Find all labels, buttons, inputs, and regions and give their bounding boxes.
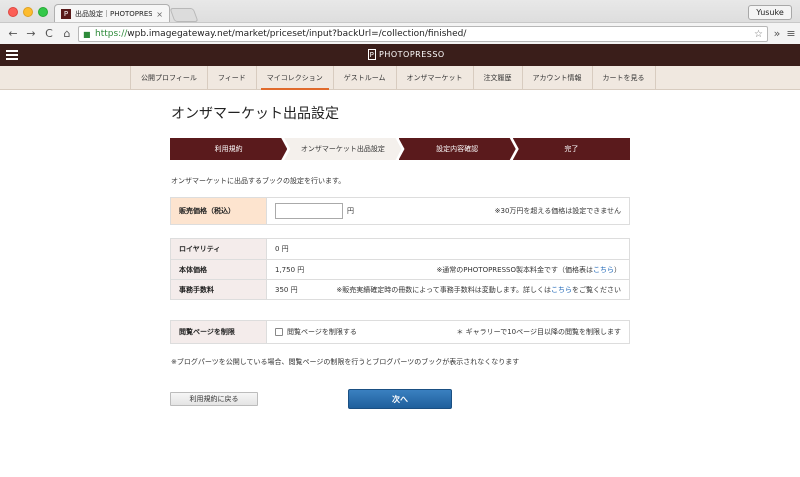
- price-unit: 円: [347, 207, 354, 215]
- minimize-window-button[interactable]: [23, 7, 33, 17]
- restrict-table: 閲覧ページを制限 閲覧ページを制限する ＊ ギャラリーで10ページ目以降の閲覧を…: [170, 320, 630, 344]
- base-price-value: 1,750 円: [275, 265, 305, 274]
- price-input[interactable]: [275, 203, 343, 219]
- browser-menu-icon[interactable]: ≡: [784, 27, 798, 41]
- step-market-settings: オンザマーケット出品設定: [284, 138, 401, 160]
- subnav-item-order-history[interactable]: 注文履歴: [474, 66, 523, 90]
- fee-row: 事務手数料 350 円 ※販売実績確定時の冊数によって事務手数料は変動します。詳…: [171, 279, 629, 299]
- lock-icon: ■: [83, 29, 91, 39]
- extensions-overflow-icon[interactable]: »: [770, 27, 784, 41]
- fee-note: ※販売実績確定時の冊数によって事務手数料は変動します。詳しくはこちらをご覧くださ…: [336, 285, 621, 294]
- fee-label: 事務手数料: [171, 280, 267, 299]
- base-price-row: 本体価格 1,750 円 ※通常のPHOTOPRESSO製本料金です（価格表はこ…: [171, 259, 629, 279]
- browser-toolbar: ← → C ⌂ ■ https://wpb.imagegateway.net/m…: [0, 22, 800, 44]
- price-row: 販売価格（税込） 円 ※30万円を超える価格は設定できません: [171, 198, 629, 224]
- subnav-item-view-cart[interactable]: カートを見る: [593, 66, 656, 90]
- base-price-label: 本体価格: [171, 260, 267, 279]
- subnav-item-account-info[interactable]: アカウント情報: [523, 66, 593, 90]
- restrict-checkbox-label[interactable]: 閲覧ページを制限する: [287, 327, 357, 337]
- step-confirm: 設定内容確認: [399, 138, 516, 160]
- price-note: ※30万円を超える価格は設定できません: [494, 207, 621, 215]
- subnav-item-guest-room[interactable]: ゲストルーム: [334, 66, 397, 90]
- close-window-button[interactable]: [8, 7, 18, 17]
- page-title: オンザマーケット出品設定: [171, 106, 339, 122]
- subnav-item-feed[interactable]: フィード: [208, 66, 257, 90]
- restrict-checkbox[interactable]: [275, 328, 283, 336]
- progress-steps: 利用規約 オンザマーケット出品設定 設定内容確認 完了: [170, 138, 630, 160]
- price-table: 販売価格（税込） 円 ※30万円を超える価格は設定できません: [170, 197, 630, 225]
- restrict-checkbox-wrapper[interactable]: 閲覧ページを制限する: [275, 327, 357, 337]
- next-button[interactable]: 次へ: [348, 389, 452, 409]
- base-price-note: ※通常のPHOTOPRESSO製本料金です（価格表はこちら）: [436, 265, 621, 274]
- forward-arrow-icon[interactable]: →: [24, 27, 38, 41]
- fee-details-link[interactable]: こちら: [551, 286, 572, 294]
- fee-table: ロイヤリティ 0 円 本体価格 1,750 円 ※通常のPHOTOPRESSO製…: [170, 238, 630, 300]
- browser-chrome: P 出品設定｜PHOTOPRESSO × Yusuke ← → C ⌂ ■ ht…: [0, 0, 800, 44]
- royalty-label: ロイヤリティ: [171, 239, 267, 259]
- blog-parts-footnote: ※ブログパーツを公開している場合、閲覧ページの制限を行うとブログパーツのブックが…: [171, 358, 520, 366]
- reload-icon[interactable]: C: [42, 27, 56, 41]
- restrict-note: ＊ ギャラリーで10ページ目以降の閲覧を制限します: [456, 328, 621, 336]
- royalty-row: ロイヤリティ 0 円: [171, 239, 629, 259]
- site-header: P PHOTOPRESSO: [0, 44, 800, 66]
- step-terms: 利用規約: [170, 138, 287, 160]
- price-label: 販売価格（税込）: [171, 198, 267, 224]
- tab-title: 出品設定｜PHOTOPRESSO: [75, 10, 153, 18]
- favicon-icon: P: [61, 9, 71, 19]
- home-icon[interactable]: ⌂: [60, 27, 74, 41]
- subnav-item-public-profile[interactable]: 公開プロフィール: [130, 66, 208, 90]
- hamburger-menu-icon[interactable]: [6, 50, 18, 60]
- profile-button[interactable]: Yusuke: [748, 5, 792, 20]
- fee-value: 350 円: [275, 285, 298, 294]
- sub-navigation: 公開プロフィール フィード マイコレクション ゲストルーム オンザマーケット 注…: [0, 66, 800, 90]
- browser-tab[interactable]: P 出品設定｜PHOTOPRESSO ×: [54, 4, 170, 23]
- tab-close-icon[interactable]: ×: [156, 10, 163, 19]
- main-content: オンザマーケット出品設定 利用規約 オンザマーケット出品設定 設定内容確認 完了…: [0, 90, 800, 477]
- back-to-terms-button[interactable]: 利用規約に戻る: [170, 392, 258, 406]
- royalty-value: 0 円: [275, 245, 289, 253]
- subnav-item-on-the-market[interactable]: オンザマーケット: [397, 66, 474, 90]
- logo-mark-icon: P: [368, 49, 376, 60]
- page-description: オンザマーケットに出品するブックの設定を行います。: [171, 177, 346, 185]
- site-logo[interactable]: P PHOTOPRESSO: [368, 49, 445, 60]
- restrict-row: 閲覧ページを制限 閲覧ページを制限する ＊ ギャラリーで10ページ目以降の閲覧を…: [171, 321, 629, 343]
- subnav-item-my-collection[interactable]: マイコレクション: [257, 66, 334, 90]
- back-arrow-icon[interactable]: ←: [6, 27, 20, 41]
- step-complete: 完了: [512, 138, 630, 160]
- address-bar[interactable]: ■ https://wpb.imagegateway.net/market/pr…: [78, 26, 768, 42]
- new-tab-button[interactable]: [169, 8, 199, 22]
- restrict-label: 閲覧ページを制限: [171, 321, 267, 343]
- url-text: https://wpb.imagegateway.net/market/pric…: [95, 29, 467, 39]
- zoom-window-button[interactable]: [38, 7, 48, 17]
- bookmark-star-icon[interactable]: ☆: [754, 29, 763, 40]
- price-list-link[interactable]: こちら: [593, 266, 614, 274]
